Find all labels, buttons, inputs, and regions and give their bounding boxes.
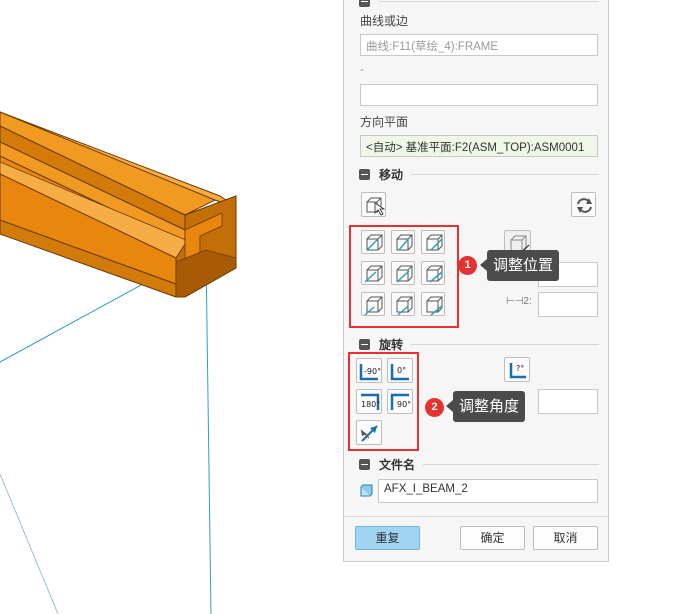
- custom-angle-button[interactable]: ?°: [504, 357, 530, 382]
- angle-input[interactable]: [538, 389, 598, 414]
- direction-plane-label: 方向平面: [360, 115, 409, 129]
- collapse-icon[interactable]: [359, 338, 370, 350]
- section-filename-title: 文件名: [379, 457, 416, 472]
- rotate-highlight-box: [348, 352, 419, 451]
- section-divider: [379, 0, 599, 2]
- cube-cursor-icon: [366, 197, 386, 216]
- section-filename-header[interactable]: 文件名: [359, 457, 599, 472]
- offset-2-text: 2:: [523, 296, 532, 307]
- section-divider: [423, 463, 599, 465]
- collapse-icon[interactable]: [359, 168, 370, 180]
- section-move-title: 移动: [379, 167, 404, 182]
- callout-2-tip: 调整角度: [445, 391, 526, 422]
- select-origin-button[interactable]: [361, 192, 386, 217]
- curve-field[interactable]: 曲线:F11(草绘_4):FRAME: [360, 34, 598, 56]
- callout-1-number: 1: [458, 256, 477, 275]
- section-rotate-header[interactable]: 旋转: [359, 337, 599, 352]
- dimension-icon: ⊢⊣: [506, 296, 524, 307]
- reset-button[interactable]: 重复: [355, 526, 420, 550]
- offset-2-label: ⊢⊣2:: [506, 296, 532, 307]
- position-highlight-box: [349, 225, 459, 328]
- section-divider: [411, 173, 599, 175]
- secondary-field[interactable]: [360, 84, 598, 106]
- section-reference-header[interactable]: [359, 0, 599, 8]
- part-icon: [360, 484, 373, 497]
- callout-1-tip: 调整位置: [479, 250, 560, 281]
- ok-button[interactable]: 确定: [460, 526, 525, 550]
- section-move-header[interactable]: 移动: [359, 167, 599, 182]
- offset-2-input[interactable]: [538, 292, 598, 317]
- i-beam-model: [0, 111, 237, 614]
- flip-direction-button[interactable]: [571, 192, 596, 217]
- collapse-icon[interactable]: [359, 458, 370, 470]
- section-rotate-title: 旋转: [379, 337, 404, 352]
- section-divider: [411, 343, 599, 345]
- filename-field[interactable]: AFX_I_BEAM_2: [378, 479, 598, 503]
- secondary-label: -: [360, 62, 364, 76]
- footer-divider: [344, 516, 608, 517]
- curve-label: 曲线或边: [360, 14, 409, 28]
- direction-plane-field[interactable]: <自动> 基准平面:F2(ASM_TOP):ASM0001: [360, 135, 598, 157]
- cancel-button[interactable]: 取消: [533, 526, 598, 550]
- refresh-icon: [577, 198, 592, 213]
- collapse-icon[interactable]: [359, 0, 370, 7]
- svg-text:?°: ?°: [516, 364, 524, 373]
- angle-query-icon: ?°: [509, 363, 526, 379]
- callout-2-number: 2: [425, 398, 444, 417]
